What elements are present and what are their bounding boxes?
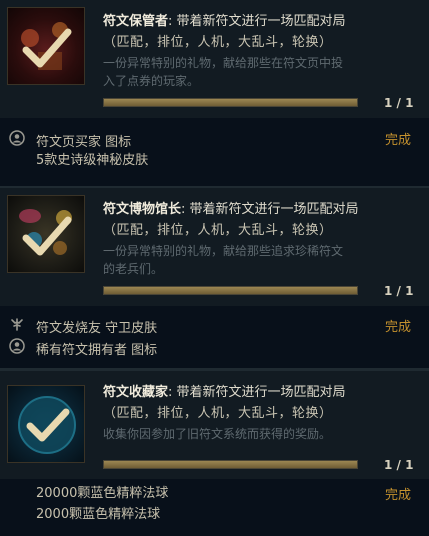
mission-icon [7,385,85,463]
person-circle-icon [8,338,26,359]
mission-name: 符文收藏家 [103,385,169,400]
mission-description: 收集你因参加了旧符文系统而获得的奖励。 [103,425,421,443]
mission-description-line: 的老兵们。 [103,262,164,276]
reward-item: 稀有符文拥有者 图标 [8,338,157,359]
mission-description-line: 一份异常特别的礼物，献给那些追求珍稀符文 [103,244,344,258]
progress-count: 1 / 1 [384,96,414,110]
reward-label: 2000颗蓝色精粹法球 [36,507,161,522]
reward-label: 符文页买家 图标 [36,135,132,150]
mission-icon [7,195,85,273]
mission-description-line: 一份异常特别的礼物，献给那些在符文页中投 [103,56,344,70]
progress-fill [104,461,357,468]
progress-fill [104,99,357,106]
mission-title-rest: : 带着新符文进行一场匹配对局 [168,14,346,29]
reward-label: 20000颗蓝色精粹法球 [36,486,169,501]
checkmark-icon [21,22,72,70]
reward-item: 符文页买家 图标 [8,130,131,151]
mission-title: 符文保管者: 带着新符文进行一场匹配对局 [103,12,421,31]
progress-fill [104,287,357,294]
mission-modes: （匹配，排位，人机，大乱斗，轮换） [103,406,333,421]
mission-modes: （匹配，排位，人机，大乱斗，轮换） [103,35,333,50]
mission-title-rest: : 带着新符文进行一场匹配对局 [181,202,359,217]
mission-modes: （匹配，排位，人机，大乱斗，轮换） [103,223,333,238]
mission-icon [7,7,85,85]
reward-label: 5款史诗级神秘皮肤 [36,153,149,168]
mission-title-rest: : 带着新符文进行一场匹配对局 [168,385,346,400]
status-complete: 完成 [385,320,412,335]
progress-bar [103,460,358,469]
ward-skin-icon [8,316,26,337]
mission-description: 一份异常特别的礼物，献给那些在符文页中投 入了点券的玩家。 [103,54,421,90]
progress-count: 1 / 1 [384,284,414,298]
status-complete: 完成 [385,133,412,148]
mission-card-rune-keeper: 符文保管者: 带着新符文进行一场匹配对局 （匹配，排位，人机，大乱斗，轮换） 一… [0,0,429,186]
mission-title: 符文博物馆长: 带着新符文进行一场匹配对局 [103,200,421,219]
reward-label: 稀有符文拥有者 图标 [36,343,158,358]
progress-count: 1 / 1 [384,458,414,472]
mission-card-rune-curator: 符文博物馆长: 带着新符文进行一场匹配对局 （匹配，排位，人机，大乱斗，轮换） … [0,188,429,368]
mission-description-line: 入了点券的玩家。 [103,74,200,88]
progress-bar [103,98,358,107]
status-complete: 完成 [385,488,412,503]
mission-description-line: 收集你因参加了旧符文系统而获得的奖励。 [103,427,332,441]
mission-name: 符文保管者 [103,14,169,29]
checkmark-icon [19,209,72,256]
reward-item: 符文发烧友 守卫皮肤 [8,316,157,337]
checkmark-icon [18,396,76,454]
person-circle-icon [8,130,26,151]
mission-description: 一份异常特别的礼物，献给那些追求珍稀符文 的老兵们。 [103,242,421,278]
reward-label: 符文发烧友 守卫皮肤 [36,321,158,336]
progress-bar [103,286,358,295]
mission-card-rune-collector: 符文收藏家: 带着新符文进行一场匹配对局 （匹配，排位，人机，大乱斗，轮换） 收… [0,371,429,536]
mission-name: 符文博物馆长 [103,202,182,217]
mission-title: 符文收藏家: 带着新符文进行一场匹配对局 [103,383,421,402]
